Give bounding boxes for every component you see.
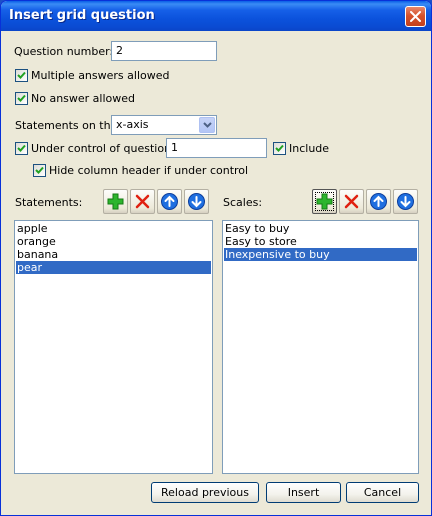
close-icon [410,11,421,22]
question-number-input[interactable]: 2 [111,41,217,61]
list-item[interactable]: banana [16,248,211,261]
scales-list[interactable]: Easy to buy Easy to store Inexpensive to b… [222,220,419,474]
checkmark-icon [17,94,26,102]
reload-previous-button[interactable]: Reload previous [151,482,259,503]
under-control-checkbox[interactable] [15,142,28,155]
statements-label: Statements: [15,196,83,209]
checkmark-icon [17,144,26,152]
no-answer-label[interactable]: No answer allowed [31,92,135,105]
list-item[interactable]: Easy to store [224,235,417,248]
move-statement-up-button[interactable] [157,189,182,214]
no-answer-checkbox[interactable] [15,92,28,105]
move-up-icon [161,193,178,210]
move-down-icon [188,193,205,210]
add-icon [107,193,124,210]
title-bar[interactable]: Insert grid question [1,1,431,31]
chevron-down-icon [203,122,212,128]
window-title: Insert grid question [9,8,155,23]
list-item[interactable]: apple [16,222,211,235]
move-scale-up-button[interactable] [366,189,391,214]
delete-statement-button[interactable] [130,189,155,214]
statements-axis-value: x-axis [116,118,149,131]
move-statement-down-button[interactable] [184,189,209,214]
list-item[interactable]: Inexpensive to buy [224,248,417,261]
under-control-label[interactable]: Under control of question: [31,142,175,155]
checkmark-icon [275,144,284,152]
scales-label: Scales: [223,196,263,209]
list-item[interactable]: orange [16,235,211,248]
statements-on-label: Statements on the [15,119,118,132]
question-number-label: Question number: [14,45,114,58]
add-scale-button[interactable] [312,189,337,214]
dialog-content: Question number: 2 Multiple answers allo… [4,31,428,514]
delete-icon [344,194,359,209]
delete-scale-button[interactable] [339,189,364,214]
include-label[interactable]: Include [289,142,329,155]
checkmark-icon [35,166,44,174]
multiple-answers-label[interactable]: Multiple answers allowed [31,69,169,82]
hide-header-label[interactable]: Hide column header if under control [49,164,248,177]
move-up-icon [370,193,387,210]
cancel-button[interactable]: Cancel [346,482,419,503]
move-scale-down-button[interactable] [393,189,418,214]
list-item[interactable]: Easy to buy [224,222,417,235]
multiple-answers-checkbox[interactable] [15,69,28,82]
dialog-window: Insert grid question Question number: 2 … [0,0,432,516]
close-button[interactable] [405,6,426,27]
list-item[interactable]: pear [16,261,211,274]
insert-button[interactable]: Insert [266,482,341,503]
include-checkbox[interactable] [273,142,286,155]
delete-icon [135,194,150,209]
dropdown-button[interactable] [199,117,215,133]
add-icon [316,193,333,210]
add-statement-button[interactable] [103,189,128,214]
statements-axis-select[interactable]: x-axis [111,115,217,135]
checkmark-icon [17,71,26,79]
hide-header-checkbox[interactable] [33,164,46,177]
move-down-icon [397,193,414,210]
under-control-input[interactable]: 1 [166,138,267,158]
statements-list[interactable]: apple orange banana pear [14,220,213,474]
